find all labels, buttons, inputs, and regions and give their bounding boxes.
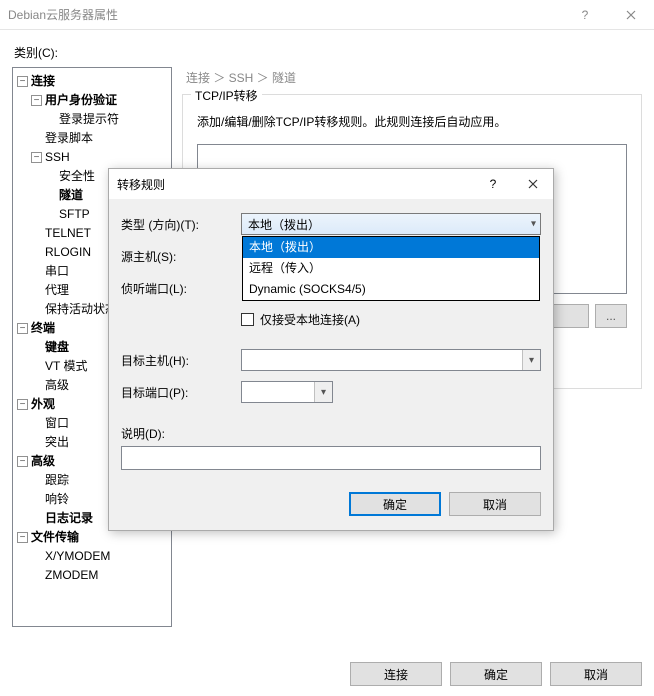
tree-terminal[interactable]: 终端 — [31, 321, 55, 335]
type-label: 类型 (方向)(T): — [121, 216, 241, 233]
tree-rlogin[interactable]: RLOGIN — [45, 245, 91, 259]
tree-xymodem[interactable]: X/YMODEM — [45, 549, 110, 563]
close-button[interactable] — [608, 0, 654, 30]
tree-adv-terminal[interactable]: 高级 — [45, 378, 69, 392]
tree-appearance[interactable]: 外观 — [31, 397, 55, 411]
expander-icon[interactable]: − — [17, 399, 28, 410]
description-label: 说明(D): — [121, 425, 541, 442]
chevron-down-icon: ▾ — [531, 219, 536, 230]
group-title: TCP/IP转移 — [191, 87, 262, 104]
forward-rule-dialog: 转移规则 ? 类型 (方向)(T): 本地（拨出） ▾ 本地（拨出） 远程（传入… — [108, 168, 554, 531]
ok-button[interactable]: 确定 — [450, 662, 542, 686]
dialog-ok-button[interactable]: 确定 — [349, 492, 441, 516]
accept-local-label: 仅接受本地连接(A) — [260, 311, 360, 328]
tree-tunnel[interactable]: 隧道 — [59, 188, 83, 202]
tree-login-script[interactable]: 登录脚本 — [45, 131, 93, 145]
connect-button[interactable]: 连接 — [350, 662, 442, 686]
tree-sftp[interactable]: SFTP — [59, 207, 90, 221]
type-dropdown: 本地（拨出） 远程（传入） Dynamic (SOCKS4/5) — [242, 236, 540, 301]
tree-telnet[interactable]: TELNET — [45, 226, 91, 240]
tree-auth[interactable]: 用户身份验证 — [45, 93, 117, 107]
main-titlebar: Debian云服务器属性 ? — [0, 0, 654, 30]
close-icon — [626, 10, 636, 20]
tree-trace[interactable]: 跟踪 — [45, 473, 69, 487]
dest-port-combobox[interactable]: ▾ — [241, 381, 333, 403]
dest-port-label: 目标端口(P): — [121, 384, 241, 401]
tree-window[interactable]: 窗口 — [45, 416, 69, 430]
tree-filetransfer[interactable]: 文件传输 — [31, 530, 79, 544]
tree-log[interactable]: 日志记录 — [45, 511, 93, 525]
description-input[interactable] — [121, 446, 541, 470]
expander-icon[interactable]: − — [17, 532, 28, 543]
listen-port-label: 侦听端口(L): — [121, 280, 241, 297]
type-combobox[interactable]: 本地（拨出） ▾ 本地（拨出） 远程（传入） Dynamic (SOCKS4/5… — [241, 213, 541, 235]
dialog-close-button[interactable] — [513, 169, 553, 199]
expander-icon[interactable]: − — [17, 456, 28, 467]
tree-vtmode[interactable]: VT 模式 — [45, 359, 87, 373]
tree-security[interactable]: 安全性 — [59, 169, 95, 183]
tree-keyboard[interactable]: 键盘 — [45, 340, 69, 354]
main-footer-buttons: 连接 确定 取消 — [350, 662, 642, 686]
dest-host-combobox[interactable]: ▾ — [241, 349, 541, 371]
tree-highlight[interactable]: 突出 — [45, 435, 69, 449]
expander-icon[interactable]: − — [31, 95, 42, 106]
tree-ssh[interactable]: SSH — [45, 150, 70, 164]
chevron-down-icon: ▾ — [314, 382, 332, 402]
expander-icon[interactable]: − — [17, 323, 28, 334]
breadcrumb: 连接 ＞ SSH ＞ 隧道 — [186, 69, 642, 86]
type-value: 本地（拨出） — [248, 216, 320, 233]
type-option-local[interactable]: 本地（拨出） — [243, 237, 539, 258]
tree-zmodem[interactable]: ZMODEM — [45, 568, 98, 582]
tree-connection[interactable]: 连接 — [31, 74, 55, 88]
accept-local-checkbox[interactable]: 仅接受本地连接(A) — [241, 311, 360, 328]
tree-keepalive[interactable]: 保持活动状态 — [45, 302, 117, 316]
tree-bell[interactable]: 响铃 — [45, 492, 69, 506]
dest-host-label: 目标主机(H): — [121, 352, 241, 369]
tree-login-prompt[interactable]: 登录提示符 — [59, 112, 119, 126]
dialog-title: 转移规则 — [117, 176, 165, 193]
dialog-cancel-button[interactable]: 取消 — [449, 492, 541, 516]
cancel-button[interactable]: 取消 — [550, 662, 642, 686]
expander-icon[interactable]: − — [17, 76, 28, 87]
category-label: 类别(C): — [14, 44, 642, 61]
group-desc: 添加/编辑/删除TCP/IP转移规则。此规则连接后自动应用。 — [197, 113, 627, 130]
tree-proxy[interactable]: 代理 — [45, 283, 69, 297]
checkbox-icon — [241, 313, 254, 326]
tree-advanced[interactable]: 高级 — [31, 454, 55, 468]
chevron-down-icon: ▾ — [522, 350, 540, 370]
dialog-help-button[interactable]: ? — [473, 169, 513, 199]
type-option-remote[interactable]: 远程（传入） — [243, 258, 539, 279]
dialog-titlebar: 转移规则 ? — [109, 169, 553, 199]
more-button[interactable]: ... — [595, 304, 627, 328]
source-host-label: 源主机(S): — [121, 248, 241, 265]
help-button[interactable]: ? — [562, 0, 608, 30]
window-title: Debian云服务器属性 — [8, 6, 118, 23]
type-option-dynamic[interactable]: Dynamic (SOCKS4/5) — [243, 279, 539, 300]
close-icon — [528, 179, 538, 189]
expander-icon[interactable]: − — [31, 152, 42, 163]
tree-serial[interactable]: 串口 — [45, 264, 69, 278]
